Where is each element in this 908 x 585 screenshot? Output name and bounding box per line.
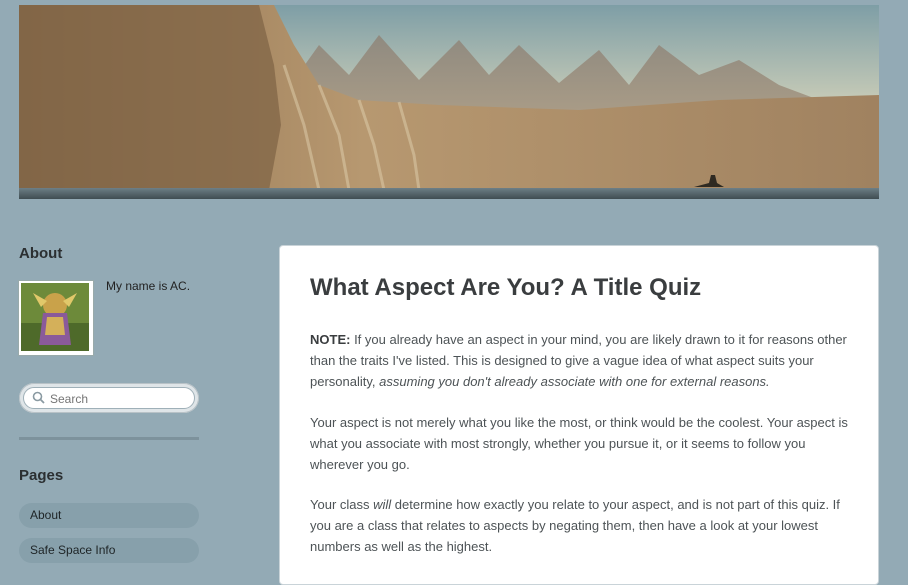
note-italic: assuming you don't already associate wit…: [379, 374, 770, 389]
sidebar-item-about[interactable]: About: [19, 503, 199, 528]
post-paragraph: NOTE: If you already have an aspect in y…: [310, 329, 855, 392]
note-label: NOTE:: [310, 332, 351, 347]
search-field[interactable]: [23, 387, 195, 409]
sidebar-item-safe-space-info[interactable]: Safe Space Info: [19, 538, 199, 563]
class-italic: will: [373, 497, 392, 512]
search-box: [19, 383, 199, 413]
search-icon: [32, 391, 45, 409]
post-content: What Aspect Are You? A Title Quiz NOTE: …: [279, 245, 879, 585]
avatar: [19, 281, 93, 355]
about-widget-title: About: [19, 245, 63, 262]
post-title: What Aspect Are You? A Title Quiz: [310, 274, 702, 301]
sidebar-divider: [19, 437, 199, 440]
about-text: My name is AC.: [106, 279, 191, 293]
pages-widget-title: Pages: [19, 467, 64, 484]
post-paragraph: Your class will determine how exactly yo…: [310, 494, 855, 557]
search-input[interactable]: [48, 390, 192, 408]
post-paragraph: Your aspect is not merely what you like …: [310, 415, 848, 472]
class-text-a: Your class: [310, 497, 374, 512]
header-banner-image: [19, 5, 879, 199]
